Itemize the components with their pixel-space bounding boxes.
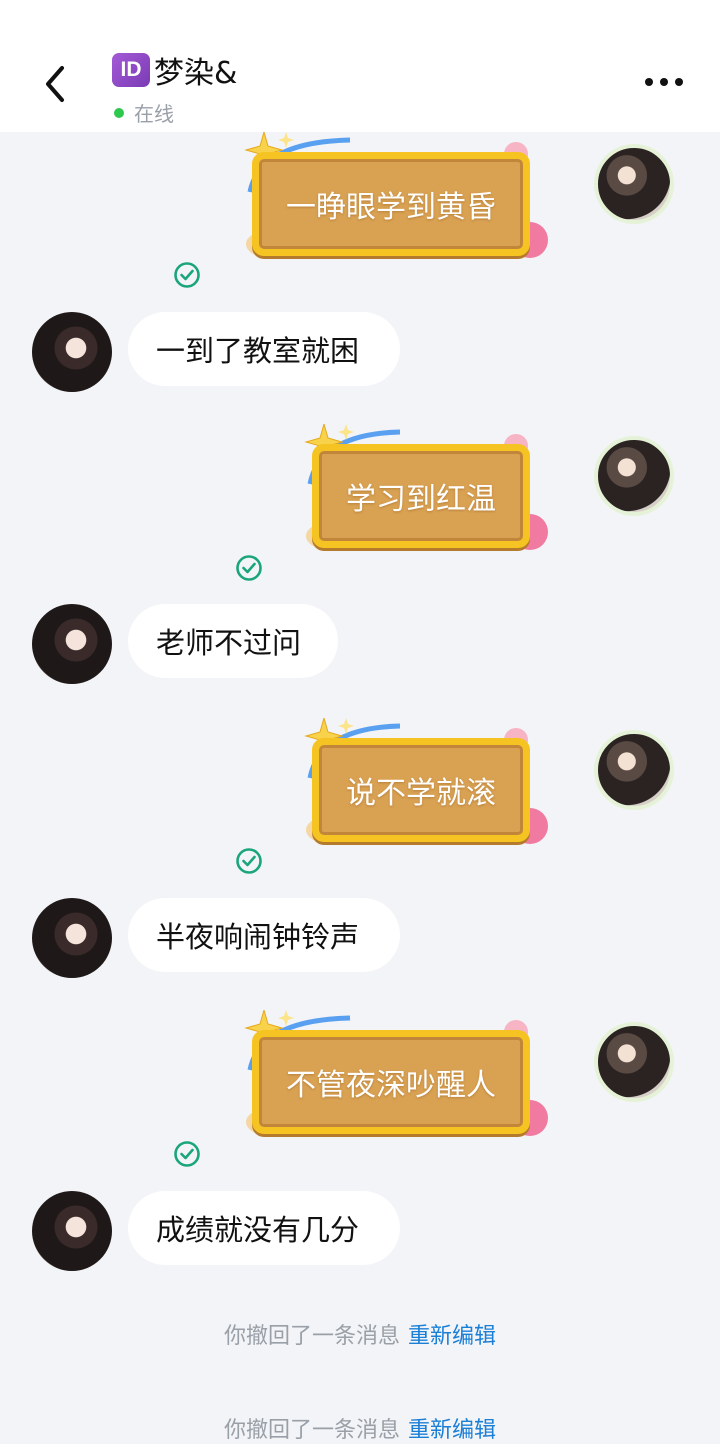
my-avatar[interactable] <box>594 436 674 516</box>
my-avatar[interactable] <box>594 144 674 224</box>
online-dot-icon <box>114 107 124 118</box>
message-text: 成绩就没有几分 <box>156 1213 360 1247</box>
message-text: 一到了教室就困 <box>156 334 360 368</box>
message-bubble-out[interactable]: 不管夜深吵醒人 <box>252 1030 530 1134</box>
recall-text: 你撤回了一条消息 <box>223 1418 400 1443</box>
message-text: 半夜响闹钟铃声 <box>156 920 360 954</box>
contact-avatar[interactable] <box>32 312 112 392</box>
message-bubble-out[interactable]: 说不学就滚 <box>312 738 530 842</box>
read-check-icon <box>174 1141 200 1167</box>
read-check-icon <box>236 848 262 874</box>
back-button[interactable] <box>30 56 80 112</box>
message-bubble-in[interactable]: 一到了教室就困 <box>128 312 400 386</box>
message-bubble-in[interactable]: 成绩就没有几分 <box>128 1191 400 1265</box>
message-list[interactable]: 一睁眼学到黄昏 一到了教室就困 学习到红温 老师不过问 说不学就滚 半夜响闹钟铃… <box>0 132 720 1443</box>
recall-text: 你撤回了一条消息 <box>223 1324 400 1349</box>
re-edit-link[interactable]: 重新编辑 <box>408 1324 496 1349</box>
message-bubble-in[interactable]: 老师不过问 <box>128 604 338 678</box>
read-check-icon <box>174 262 200 288</box>
recall-notice: 你撤回了一条消息 重新编辑 <box>0 1412 720 1444</box>
message-text: 一睁眼学到黄昏 <box>286 190 496 225</box>
read-check-icon <box>236 555 262 581</box>
chevron-left-icon <box>46 66 64 102</box>
more-options-button[interactable] <box>636 60 692 104</box>
recall-notice: 你撤回了一条消息 重新编辑 <box>0 1318 720 1350</box>
message-bubble-out[interactable]: 学习到红温 <box>312 444 530 548</box>
re-edit-link[interactable]: 重新编辑 <box>408 1418 496 1443</box>
message-text: 学习到红温 <box>346 482 496 517</box>
chat-header: ID 梦染& 在线 <box>0 0 720 132</box>
contact-name: 梦染& <box>154 56 238 91</box>
my-avatar[interactable] <box>594 730 674 810</box>
contact-info[interactable]: ID 梦染& 在线 <box>112 48 237 127</box>
contact-avatar[interactable] <box>32 604 112 684</box>
message-text: 老师不过问 <box>156 626 302 660</box>
more-dots-icon <box>645 78 683 86</box>
message-bubble-out[interactable]: 一睁眼学到黄昏 <box>252 152 530 256</box>
online-status: 在线 <box>134 102 174 126</box>
contact-avatar[interactable] <box>32 898 112 978</box>
message-text: 不管夜深吵醒人 <box>286 1068 496 1103</box>
message-bubble-in[interactable]: 半夜响闹钟铃声 <box>128 898 400 972</box>
message-text: 说不学就滚 <box>346 776 496 811</box>
my-avatar[interactable] <box>594 1022 674 1102</box>
id-badge-icon: ID <box>112 53 150 87</box>
contact-avatar[interactable] <box>32 1191 112 1271</box>
